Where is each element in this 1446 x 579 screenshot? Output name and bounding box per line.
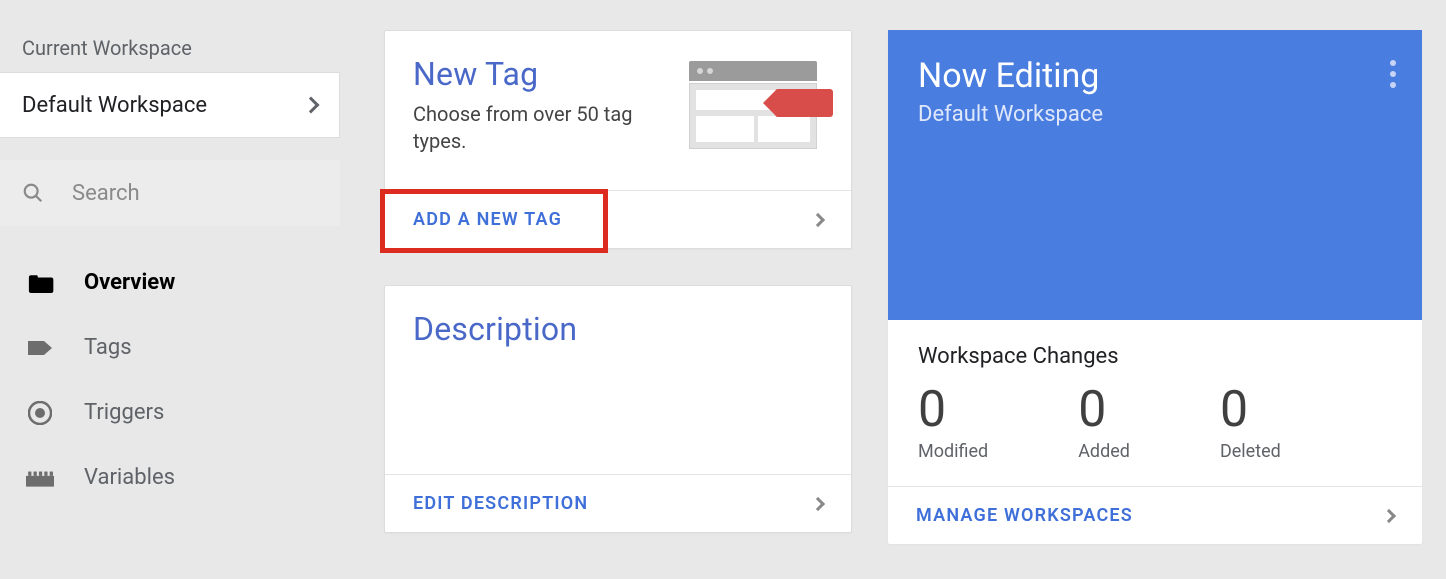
changes-modified: 0 Modified xyxy=(918,381,988,462)
sidebar-item-label: Variables xyxy=(84,465,175,490)
description-title: Description xyxy=(413,310,823,348)
add-new-tag-label: ADD A NEW TAG xyxy=(413,209,562,230)
tag-icon xyxy=(26,337,54,359)
chevron-right-icon xyxy=(303,97,320,114)
sidebar-item-label: Overview xyxy=(84,270,175,295)
trigger-icon xyxy=(26,402,54,424)
sidebar-item-label: Tags xyxy=(84,335,132,360)
manage-workspaces-button[interactable]: MANAGE WORKSPACES xyxy=(888,486,1422,544)
search-icon xyxy=(22,182,44,204)
workspace-name: Default Workspace xyxy=(22,93,207,118)
overview-icon xyxy=(26,272,54,294)
chevron-right-icon xyxy=(811,496,825,510)
changes-added: 0 Added xyxy=(1078,381,1130,462)
changes-modified-label: Modified xyxy=(918,441,988,462)
description-card: Description EDIT DESCRIPTION xyxy=(384,285,852,533)
sidebar-item-variables[interactable]: Variables xyxy=(0,445,340,510)
edit-description-button[interactable]: EDIT DESCRIPTION xyxy=(385,474,851,532)
changes-modified-value: 0 xyxy=(918,381,988,439)
add-new-tag-button[interactable]: ADD A NEW TAG xyxy=(385,190,851,248)
changes-added-label: Added xyxy=(1078,441,1130,462)
new-tag-card: New Tag Choose from over 50 tag types. xyxy=(384,30,852,249)
more-menu-icon[interactable] xyxy=(1390,60,1396,88)
workspace-changes-title: Workspace Changes xyxy=(918,344,1392,369)
changes-deleted-value: 0 xyxy=(1220,381,1281,439)
tag-illustration-icon xyxy=(683,55,823,155)
changes-deleted-label: Deleted xyxy=(1220,441,1281,462)
workspace-selector[interactable]: Default Workspace xyxy=(0,72,340,138)
changes-added-value: 0 xyxy=(1078,381,1130,439)
sidebar-nav: Overview Tags Triggers Variables xyxy=(0,250,340,510)
editing-title: Now Editing xyxy=(918,56,1392,96)
now-editing-card: Now Editing Default Workspace Workspace … xyxy=(888,30,1422,544)
sidebar-item-label: Triggers xyxy=(84,400,164,425)
workspace-label: Current Workspace xyxy=(0,36,340,72)
chevron-right-icon xyxy=(811,212,825,226)
edit-description-label: EDIT DESCRIPTION xyxy=(413,493,588,514)
editing-subtitle: Default Workspace xyxy=(918,102,1392,127)
sidebar-item-tags[interactable]: Tags xyxy=(0,315,340,380)
sidebar-item-overview[interactable]: Overview xyxy=(0,250,340,315)
sidebar: Current Workspace Default Workspace Sear… xyxy=(0,0,340,579)
main-content: New Tag Choose from over 50 tag types. xyxy=(340,0,1446,579)
search-placeholder: Search xyxy=(72,181,140,206)
variables-icon xyxy=(26,467,54,489)
new-tag-title: New Tag xyxy=(413,55,665,93)
sidebar-item-triggers[interactable]: Triggers xyxy=(0,380,340,445)
search-input[interactable]: Search xyxy=(0,160,340,226)
new-tag-subtitle: Choose from over 50 tag types. xyxy=(413,101,665,155)
changes-deleted: 0 Deleted xyxy=(1220,381,1281,462)
chevron-right-icon xyxy=(1382,508,1396,522)
manage-workspaces-label: MANAGE WORKSPACES xyxy=(916,505,1133,526)
